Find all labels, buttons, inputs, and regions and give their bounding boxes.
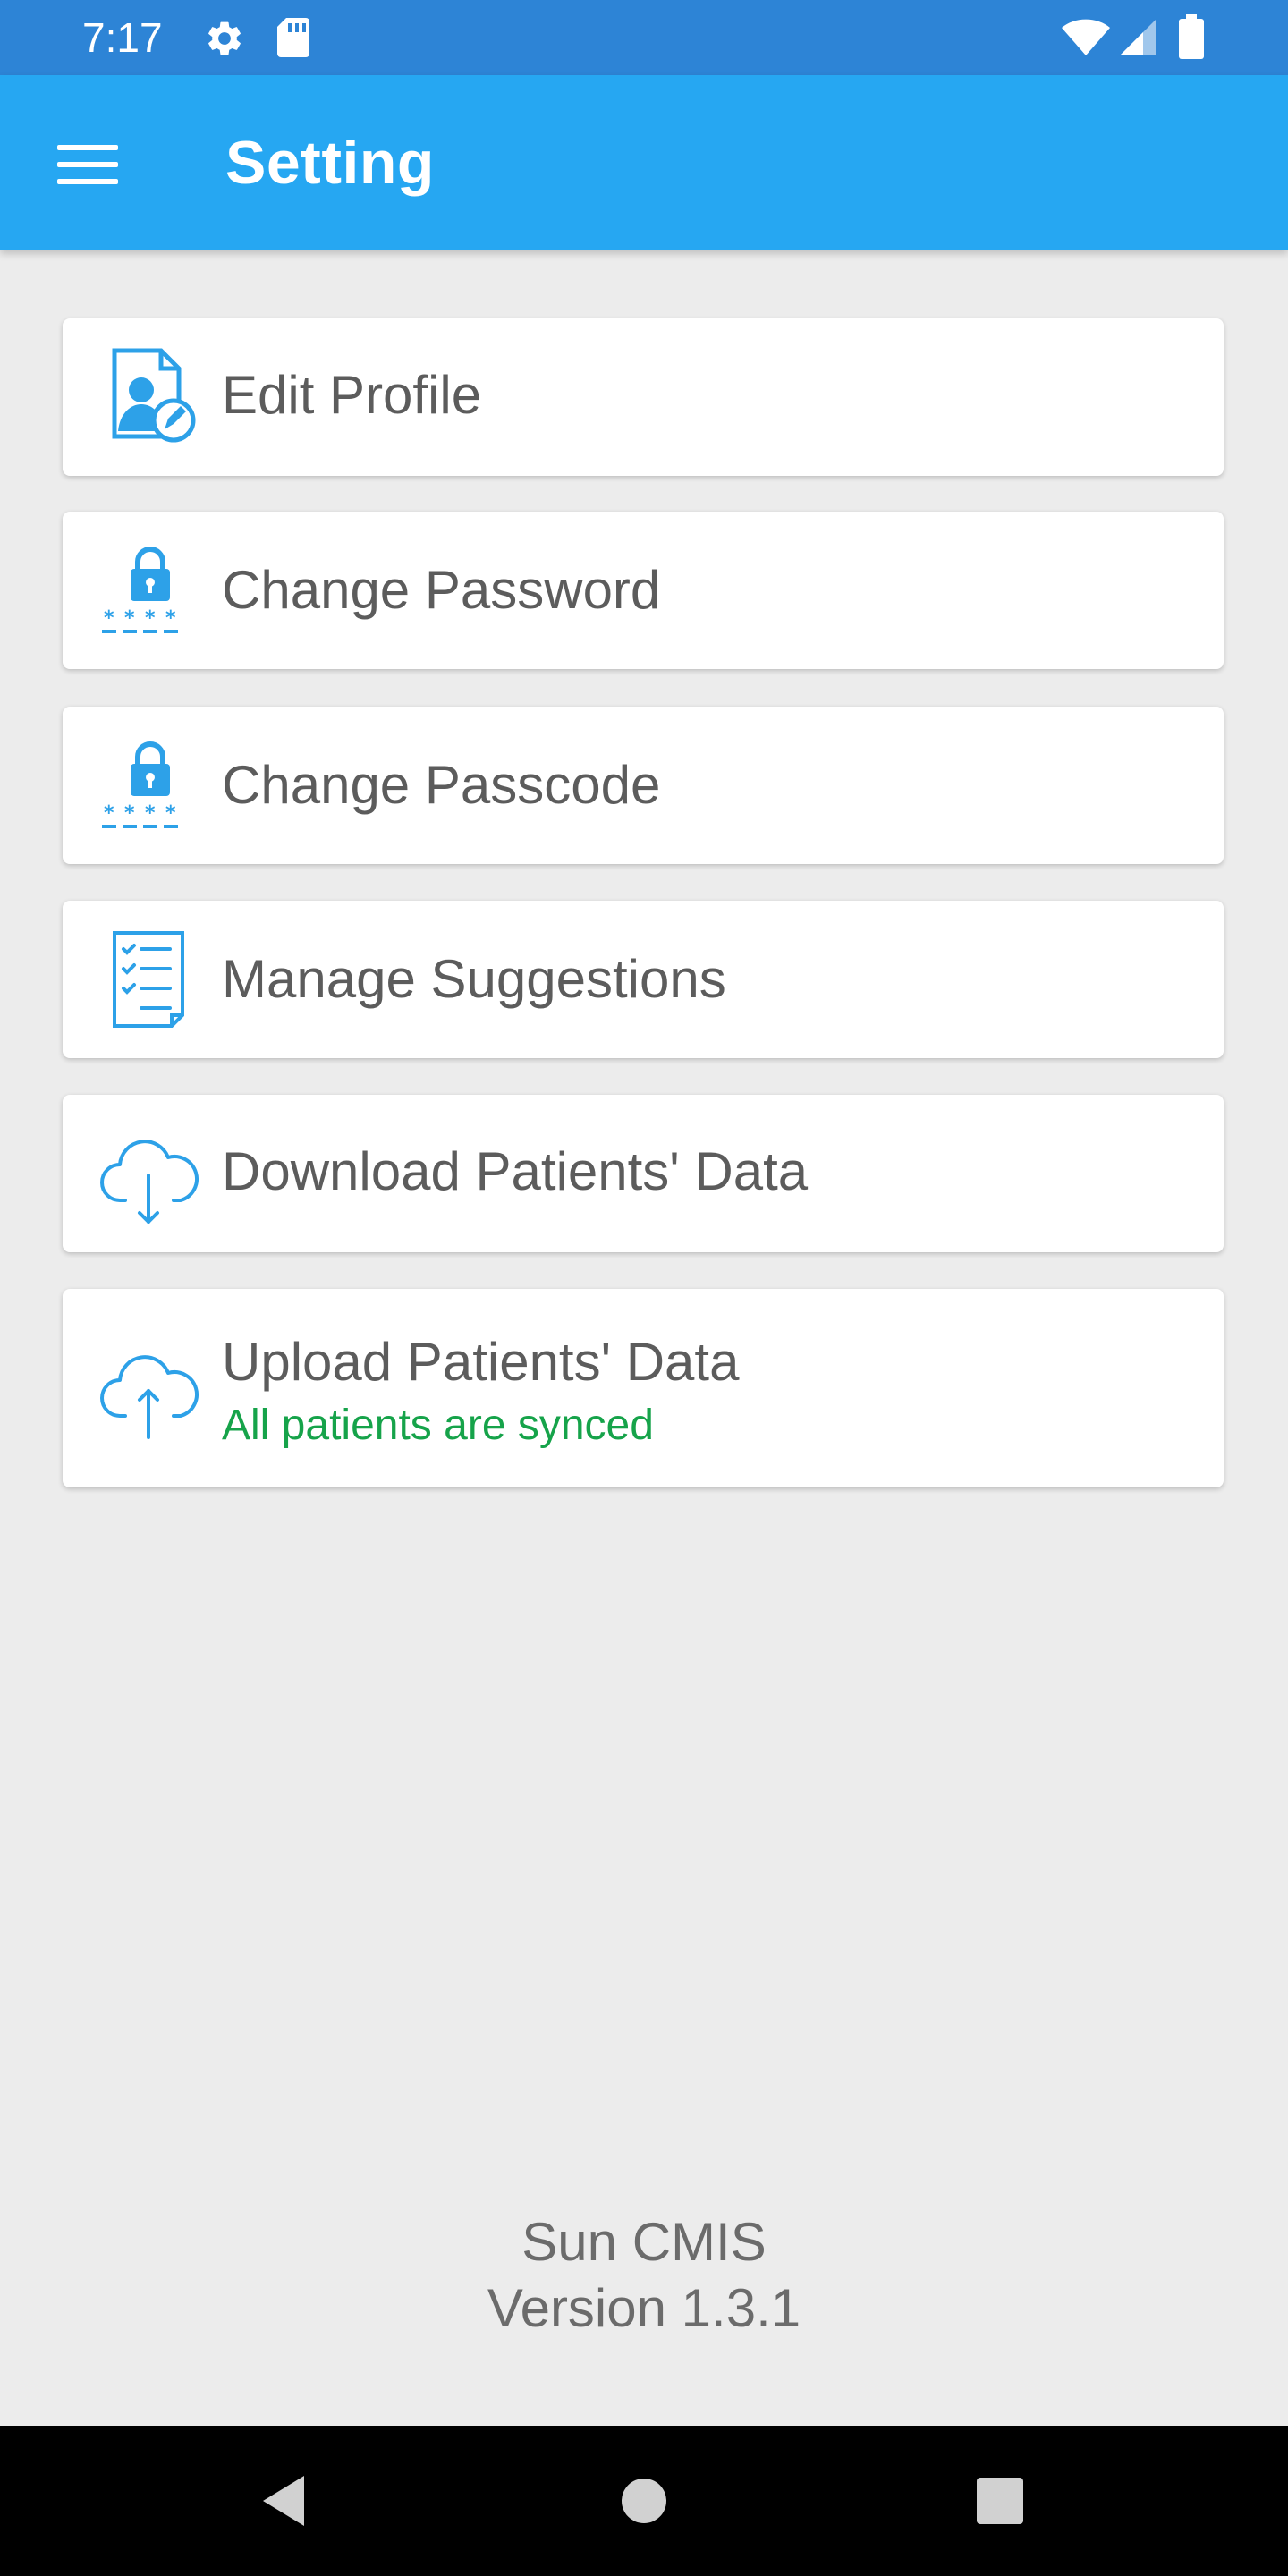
edit-profile-icon	[112, 348, 196, 443]
svg-text:*: *	[104, 607, 114, 630]
settings-item-label: Change Password	[222, 560, 661, 620]
svg-text:*: *	[145, 607, 156, 630]
page-title: Setting	[225, 129, 435, 197]
svg-text:*: *	[165, 607, 176, 630]
settings-item-manage-suggestions[interactable]: Manage Suggestions	[63, 901, 1224, 1058]
settings-item-upload-data[interactable]: Upload Patients' Data All patients are s…	[63, 1289, 1224, 1487]
home-icon	[622, 2479, 666, 2523]
sd-card-icon	[277, 18, 309, 57]
settings-item-change-passcode[interactable]: * * * * Change Passcode	[63, 707, 1224, 864]
cloud-download-icon	[100, 1140, 199, 1224]
cloud-upload-icon	[100, 1355, 199, 1439]
status-bar: 7:17	[0, 0, 1288, 75]
app-version: Version 1.3.1	[487, 2278, 801, 2338]
settings-item-label: Manage Suggestions	[222, 949, 726, 1009]
wifi-icon	[1062, 19, 1110, 56]
settings-item-label: Upload Patients' Data	[222, 1332, 740, 1392]
nav-home-button[interactable]	[590, 2447, 698, 2555]
app-version-footer: Sun CMIS Version 1.3.1	[0, 2209, 1288, 2342]
lock-passcode-icon: * * * *	[102, 741, 178, 828]
nav-recents-button[interactable]	[946, 2447, 1054, 2555]
settings-item-edit-profile[interactable]: Edit Profile	[63, 318, 1224, 476]
app-name: Sun CMIS	[521, 2212, 767, 2272]
settings-item-change-password[interactable]: * * * * Change Password	[63, 512, 1224, 669]
svg-text:*: *	[104, 802, 114, 825]
battery-icon	[1179, 14, 1204, 59]
svg-text:*: *	[165, 802, 176, 825]
settings-item-download-data[interactable]: Download Patients' Data	[63, 1095, 1224, 1252]
cell-signal-icon	[1120, 20, 1156, 55]
back-icon	[263, 2476, 304, 2526]
menu-button[interactable]	[43, 122, 132, 208]
svg-text:*: *	[145, 802, 156, 825]
lock-password-icon: * * * *	[102, 547, 178, 633]
status-time: 7:17	[82, 14, 163, 61]
hamburger-menu-icon	[57, 145, 118, 184]
settings-item-label: Download Patients' Data	[222, 1141, 809, 1201]
settings-item-label: Edit Profile	[222, 365, 482, 425]
checklist-icon	[113, 931, 184, 1028]
sync-status-text: All patients are synced	[222, 1402, 654, 1449]
svg-text:*: *	[124, 802, 135, 825]
app-bar: Setting	[0, 75, 1288, 250]
gear-icon	[208, 21, 241, 55]
nav-back-button[interactable]	[231, 2447, 338, 2555]
settings-item-label: Change Passcode	[222, 755, 661, 815]
svg-text:*: *	[124, 607, 135, 630]
system-nav-bar	[0, 2426, 1288, 2576]
recents-icon	[977, 2478, 1023, 2524]
